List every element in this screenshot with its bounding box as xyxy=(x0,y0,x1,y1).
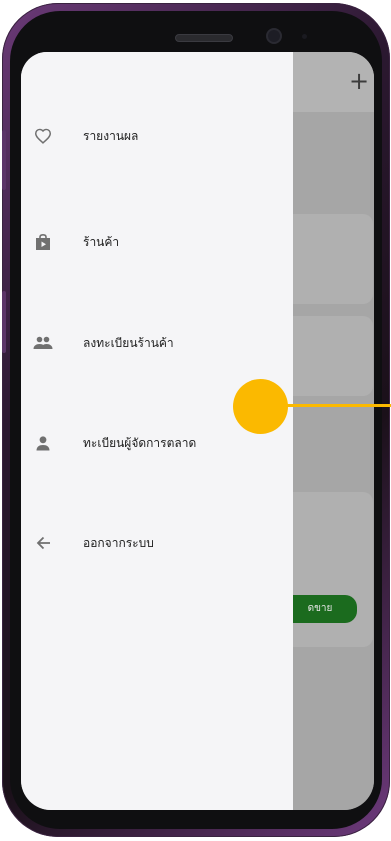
menu-item-label: ร้านค้า xyxy=(83,234,120,249)
background-card xyxy=(283,214,373,304)
heart-outline-icon xyxy=(33,126,53,146)
tutorial-pointer-line xyxy=(284,404,391,407)
shop-bag-icon xyxy=(33,232,53,252)
arrow-left-icon xyxy=(33,533,53,553)
phone-frame: + ดขาย รายงานผล ร้านค้า ลงทะเบียนร้านค้า… xyxy=(2,3,390,837)
person-icon xyxy=(33,433,53,453)
add-icon[interactable]: + xyxy=(344,64,374,98)
background-card xyxy=(283,316,373,396)
background-action-button[interactable]: ดขาย xyxy=(283,595,357,623)
front-camera xyxy=(268,30,280,42)
background-card xyxy=(283,492,373,647)
speaker-grille xyxy=(175,34,233,42)
menu-item-label: ทะเบียนผู้จัดการตลาด xyxy=(83,435,197,450)
tutorial-pointer-dot xyxy=(233,379,288,434)
menu-item-shop[interactable]: ร้านค้า xyxy=(21,218,293,266)
proximity-sensor xyxy=(302,34,307,39)
menu-item-register-shop[interactable]: ลงทะเบียนร้านค้า xyxy=(21,319,293,367)
menu-item-label: รายงานผล xyxy=(83,128,139,143)
phone-screen: + ดขาย รายงานผล ร้านค้า ลงทะเบียนร้านค้า… xyxy=(21,52,374,810)
menu-item-label: ลงทะเบียนร้านค้า xyxy=(83,335,174,350)
menu-item-label: ออกจากระบบ xyxy=(83,535,154,550)
people-icon xyxy=(33,333,53,353)
menu-item-logout[interactable]: ออกจากระบบ xyxy=(21,519,293,567)
side-button-bottom xyxy=(2,291,6,353)
menu-item-report[interactable]: รายงานผล xyxy=(21,112,293,160)
side-button-top xyxy=(2,130,6,190)
